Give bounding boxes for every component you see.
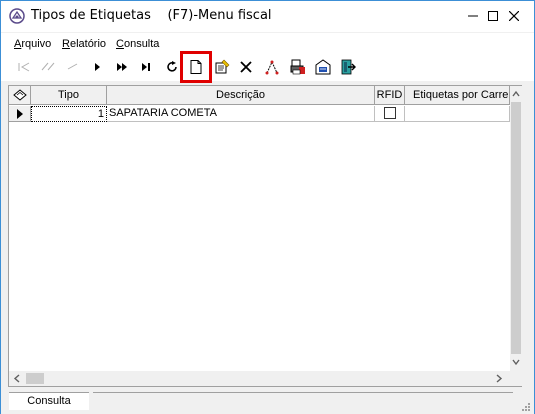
exit-icon [341,59,356,75]
scroll-left-icon[interactable] [10,371,24,386]
new-record-icon [190,60,202,74]
edit-record-button[interactable] [211,56,233,78]
vertical-scroll-thumb[interactable] [511,102,521,354]
resize-grip-icon[interactable] [520,401,530,411]
title-bar[interactable]: Tipos de Etiquetas (F7)-Menu fiscal [1,1,534,32]
book-icon [12,89,27,101]
scroll-up-icon[interactable] [510,87,522,101]
scroll-right-icon[interactable] [492,371,506,386]
menu-arquivo[interactable]: Arquivo [14,38,51,50]
new-record-button[interactable] [180,51,212,83]
last-record-button[interactable] [135,56,157,78]
rfid-checkbox[interactable] [384,107,396,119]
status-bar: Consulta [1,390,534,414]
app-icon [9,8,25,24]
current-row-icon [17,109,23,119]
properties-button[interactable] [312,56,334,78]
horizontal-scrollbar[interactable] [9,371,521,386]
clear-icon [265,60,279,75]
delete-icon [240,61,252,73]
main-window: Tipos de Etiquetas (F7)-Menu fiscal Arqu… [0,0,535,414]
window-title: Tipos de Etiquetas (F7)-Menu fiscal [31,8,272,23]
prior-page-icon [41,62,55,71]
prior-page-button[interactable] [37,56,59,78]
refresh-button[interactable] [161,56,183,78]
toolbar [1,51,534,83]
cell-etiquetas[interactable] [405,106,510,122]
next-page-button[interactable] [111,56,133,78]
row-indicator[interactable] [9,106,31,122]
status-panel-mode: Consulta [9,392,89,410]
exit-button[interactable] [337,56,359,78]
clear-button[interactable] [261,56,283,78]
cell-rfid[interactable] [375,106,405,122]
status-panel-empty [93,392,513,410]
next-record-button[interactable] [86,56,108,78]
first-record-icon [18,62,30,72]
column-header-descricao[interactable]: Descrição [107,86,375,105]
column-header-tipo[interactable]: Tipo [31,86,107,105]
horizontal-scroll-thumb[interactable] [26,373,44,384]
prior-record-icon [67,63,78,70]
prior-record-button[interactable] [61,56,83,78]
column-header-rfid[interactable]: RFID [375,86,405,105]
data-grid[interactable]: Tipo Descrição RFID Etiquetas por Carre … [8,85,522,387]
grid-corner[interactable] [9,86,31,105]
column-header-etiquetas[interactable]: Etiquetas por Carre [405,86,510,105]
last-record-icon [142,63,150,71]
menu-relatorio[interactable]: Relatório [62,38,106,50]
cell-tipo[interactable]: 1 [31,106,107,122]
menu-bar: Arquivo Relatório Consulta [1,33,534,53]
print-icon [290,59,305,75]
cell-descricao[interactable]: SAPATARIA COMETA [107,106,375,122]
properties-icon [315,59,331,75]
vertical-scrollbar[interactable] [510,86,522,386]
close-button[interactable] [494,1,534,31]
edit-record-icon [215,59,230,74]
menu-consulta[interactable]: Consulta [116,38,159,50]
delete-button[interactable] [235,56,257,78]
first-record-button[interactable] [13,56,35,78]
print-button[interactable] [287,56,309,78]
refresh-icon [167,61,177,72]
next-page-icon [117,63,127,71]
scroll-down-icon[interactable] [510,355,522,369]
next-record-icon [95,63,100,71]
